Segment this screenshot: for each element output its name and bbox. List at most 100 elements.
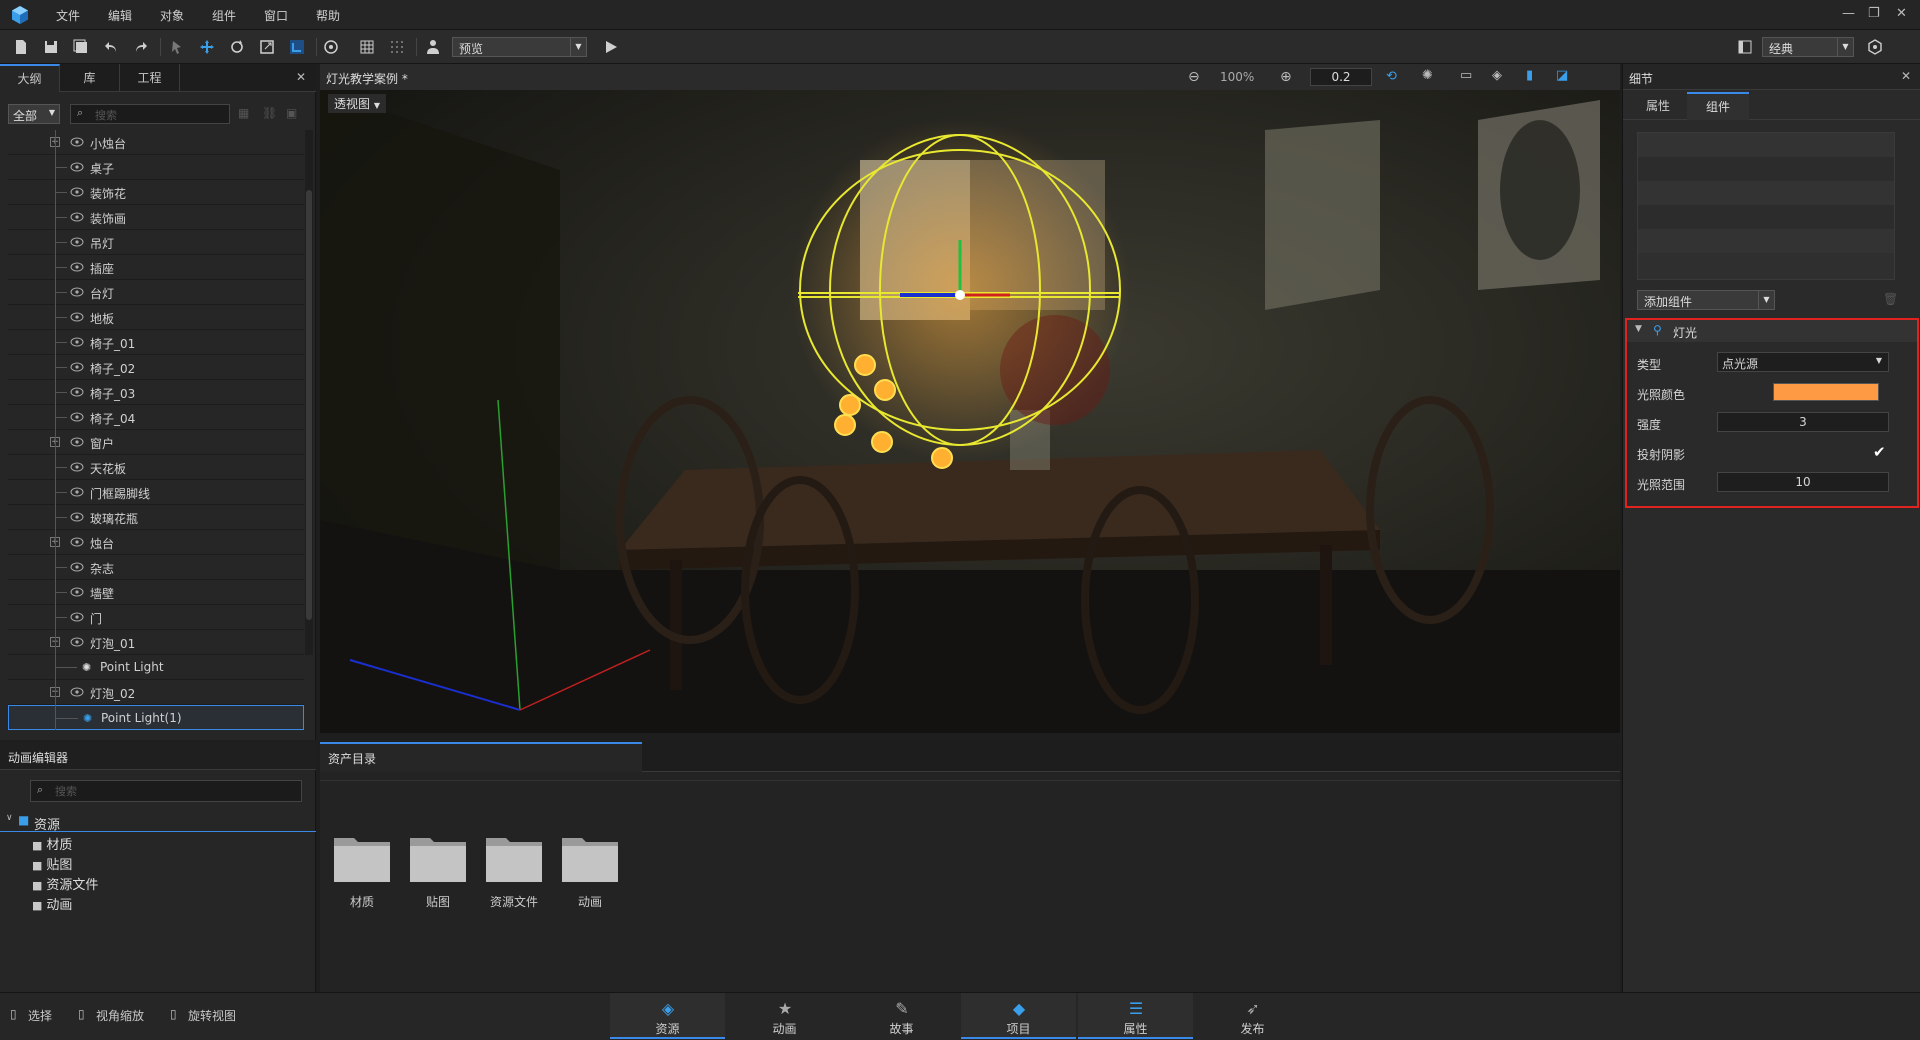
- tree-item[interactable]: 玻璃花瓶: [8, 505, 304, 530]
- visibility-eye-icon[interactable]: [70, 562, 84, 572]
- add-component-dropdown[interactable]: 添加组件 ▼: [1637, 290, 1775, 310]
- tree-item-light[interactable]: ✺ Point Light: [8, 655, 304, 680]
- menu-object[interactable]: 对象: [160, 7, 184, 24]
- visibility-eye-icon[interactable]: [70, 212, 84, 222]
- tree-item[interactable]: −灯泡_02: [8, 680, 304, 705]
- tree-item[interactable]: 装饰花: [8, 180, 304, 205]
- tree-item-folder[interactable]: ■ 动画: [32, 894, 98, 914]
- tree-item[interactable]: −灯泡_01: [8, 630, 304, 655]
- tab-library[interactable]: 库: [60, 64, 120, 92]
- view-mode-dropdown[interactable]: 透视图 ▼: [328, 94, 386, 113]
- save-as-icon[interactable]: [72, 38, 90, 56]
- outline-scrollbar[interactable]: [305, 130, 313, 655]
- tree-item[interactable]: 台灯: [8, 280, 304, 305]
- tree-item[interactable]: +烛台: [8, 530, 304, 555]
- layout-dropdown[interactable]: 经典 ▼: [1762, 37, 1854, 57]
- visibility-eye-icon[interactable]: [70, 487, 84, 497]
- tool-view-zoom[interactable]: 视角缩放: [96, 1007, 144, 1024]
- visibility-eye-icon[interactable]: [70, 337, 84, 347]
- nav-tab[interactable]: ◈ 资源: [610, 993, 725, 1039]
- render-mode-icon[interactable]: ▮: [1526, 68, 1533, 83]
- intensity-input[interactable]: 3: [1717, 412, 1889, 432]
- character-icon[interactable]: [424, 38, 442, 56]
- tree-item[interactable]: 天花板: [8, 455, 304, 480]
- dot-grid-icon[interactable]: [388, 38, 406, 56]
- visibility-eye-icon[interactable]: [70, 187, 84, 197]
- menu-window[interactable]: 窗口: [264, 7, 288, 24]
- visibility-eye-icon[interactable]: [70, 387, 84, 397]
- asset-folder[interactable]: 贴图: [408, 830, 468, 910]
- tree-item[interactable]: 椅子_02: [8, 355, 304, 380]
- tree-item[interactable]: 杂志: [8, 555, 304, 580]
- light-component-header[interactable]: ▼ ⚲ 灯光: [1627, 320, 1917, 342]
- tree-item[interactable]: 门框踢脚线: [8, 480, 304, 505]
- tree-item[interactable]: 墙壁: [8, 580, 304, 605]
- tree-item[interactable]: 桌子: [8, 155, 304, 180]
- tree-item[interactable]: 吊灯: [8, 230, 304, 255]
- visibility-eye-icon[interactable]: [70, 462, 84, 472]
- tree-item-folder[interactable]: ■ 贴图: [32, 854, 98, 874]
- tree-item-light[interactable]: ✺ Point Light(1): [8, 705, 304, 730]
- scene-viewport[interactable]: 透视图 ▼: [320, 90, 1620, 733]
- rotate-tool-icon[interactable]: [228, 38, 246, 56]
- close-panel-icon[interactable]: ✕: [296, 70, 306, 84]
- filter-dropdown[interactable]: 全部 ▼: [8, 104, 60, 124]
- nav-tab[interactable]: ✎ 故事: [844, 993, 959, 1039]
- chevron-down-icon[interactable]: ∨: [6, 813, 13, 823]
- restore-icon[interactable]: ❐: [1868, 6, 1880, 21]
- visibility-eye-icon[interactable]: [70, 612, 84, 622]
- outline-search-input[interactable]: ⌕ 搜索: [70, 104, 230, 124]
- tree-item[interactable]: 椅子_01: [8, 330, 304, 355]
- tree-item[interactable]: 门: [8, 605, 304, 630]
- tab-outline[interactable]: 大纲: [0, 64, 60, 92]
- tree-item-folder[interactable]: ■ 资源文件: [32, 874, 98, 894]
- tab-project[interactable]: 工程: [120, 64, 180, 92]
- tool-select[interactable]: 选择: [28, 1007, 52, 1024]
- visibility-eye-icon[interactable]: [70, 312, 84, 322]
- undo-icon[interactable]: [102, 38, 120, 56]
- collapse-arrow-icon[interactable]: ▼: [1635, 324, 1642, 334]
- lock-icon[interactable]: ▣: [286, 106, 297, 120]
- cloud-icon[interactable]: [322, 38, 340, 56]
- sun-icon[interactable]: ✺: [1422, 68, 1433, 83]
- zoom-in-icon[interactable]: ⊕: [1280, 69, 1292, 85]
- tab-asset-catalog[interactable]: 资产目录: [320, 742, 642, 772]
- tree-item[interactable]: 插座: [8, 255, 304, 280]
- visibility-eye-icon[interactable]: [70, 537, 84, 547]
- shadow-checkbox[interactable]: ✔: [1873, 443, 1886, 461]
- tree-item-folder[interactable]: ■ 材质: [32, 834, 98, 854]
- shading-icon[interactable]: ◪: [1556, 68, 1568, 83]
- preview-dropdown[interactable]: 预览 ▼: [452, 37, 587, 57]
- visibility-eye-icon[interactable]: [70, 137, 84, 147]
- cube-icon[interactable]: ◈: [1492, 68, 1502, 83]
- snap-input[interactable]: 0.2: [1310, 68, 1372, 86]
- link-icon[interactable]: ⛓: [262, 106, 277, 120]
- tree-root-resources[interactable]: ∨ ■ 资源: [0, 810, 316, 833]
- visibility-eye-icon[interactable]: [70, 262, 84, 272]
- layout-icon[interactable]: [1736, 38, 1754, 56]
- grid-icon[interactable]: [358, 38, 376, 56]
- settings-hex-icon[interactable]: [1866, 38, 1884, 56]
- tree-item[interactable]: 椅子_03: [8, 380, 304, 405]
- camera-icon[interactable]: ▭: [1460, 68, 1472, 83]
- zoom-out-icon[interactable]: ⊖: [1188, 69, 1200, 85]
- nav-tab[interactable]: ➶ 发布: [1195, 993, 1310, 1039]
- snap-toggle-icon[interactable]: ⟲: [1386, 69, 1397, 84]
- sort-icon[interactable]: ▦: [238, 106, 249, 120]
- light-type-dropdown[interactable]: 点光源 ▼: [1717, 352, 1889, 372]
- menu-edit[interactable]: 编辑: [108, 7, 132, 24]
- tree-item[interactable]: 装饰画: [8, 205, 304, 230]
- visibility-eye-icon[interactable]: [70, 587, 84, 597]
- visibility-eye-icon[interactable]: [70, 637, 84, 647]
- move-tool-icon[interactable]: [198, 38, 216, 56]
- visibility-eye-icon[interactable]: [70, 512, 84, 522]
- visibility-eye-icon[interactable]: [70, 237, 84, 247]
- minimize-icon[interactable]: —: [1842, 6, 1855, 21]
- asset-folder[interactable]: 资源文件: [484, 830, 544, 910]
- menu-component[interactable]: 组件: [212, 7, 236, 24]
- visibility-eye-icon[interactable]: [70, 687, 84, 697]
- menu-help[interactable]: 帮助: [316, 7, 340, 24]
- light-color-swatch[interactable]: [1773, 383, 1879, 401]
- tree-item[interactable]: +小烛台: [8, 130, 304, 155]
- redo-icon[interactable]: [132, 38, 150, 56]
